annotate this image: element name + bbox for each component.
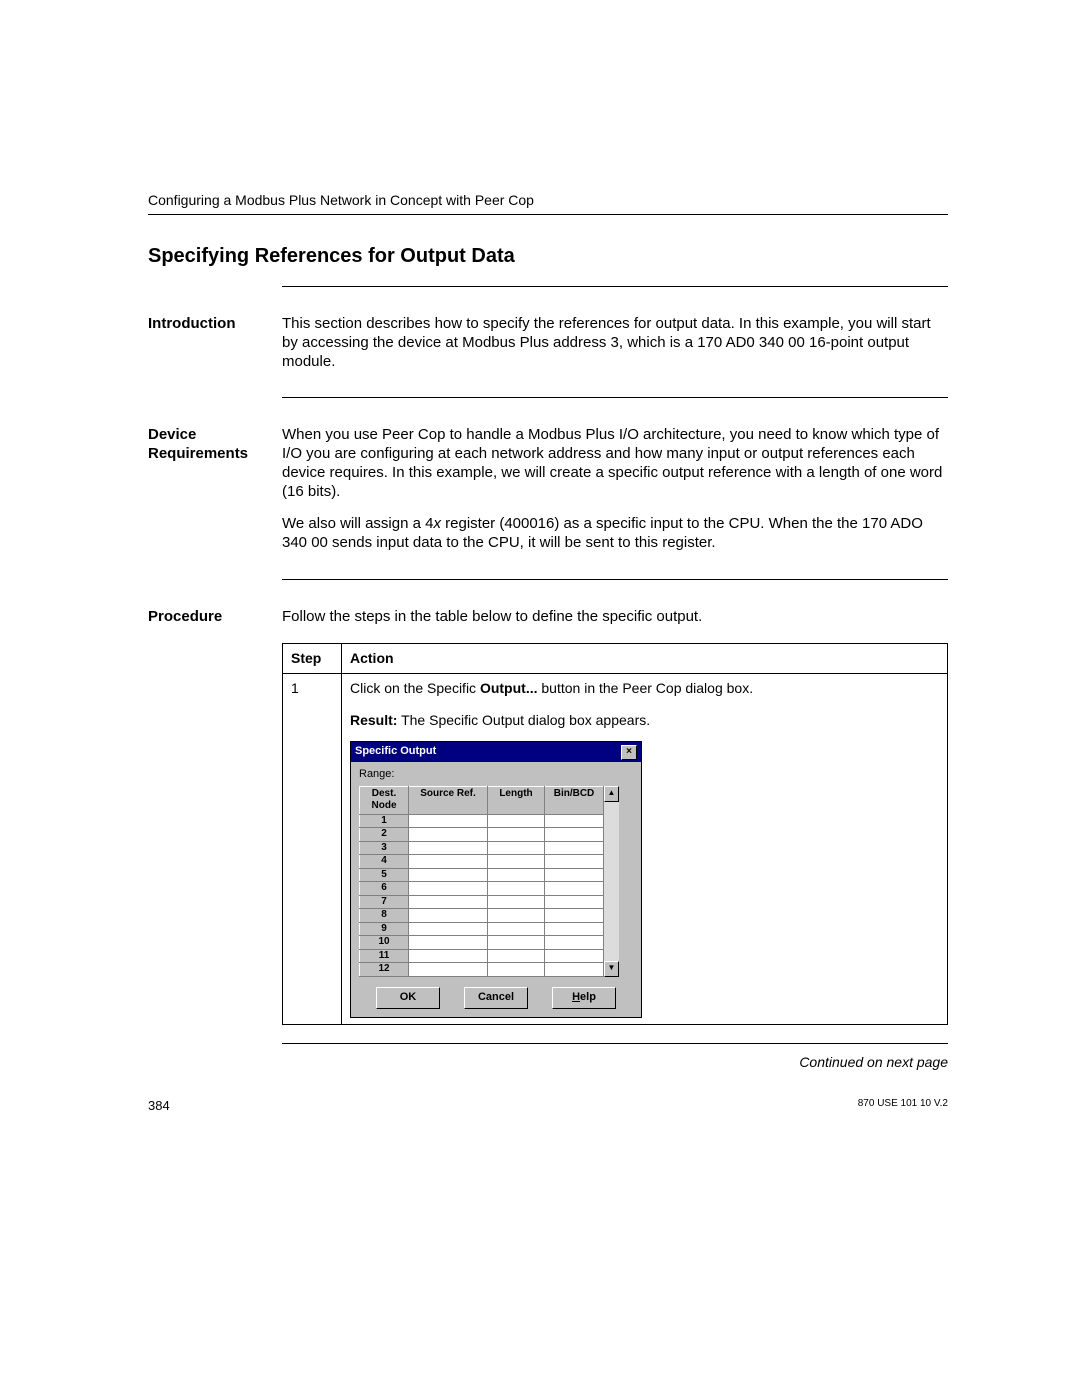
rule-3	[282, 1043, 948, 1044]
devreq-p2: We also will assign a 4x register (40001…	[282, 515, 948, 553]
cancel-button[interactable]: Cancel	[464, 987, 528, 1009]
doc-id: 870 USE 101 10 V.2	[858, 1098, 948, 1113]
section-device-requirements: Device Requirements When you use Peer Co…	[148, 398, 948, 579]
procedure-table: Step Action 1 Click on the Specific Outp…	[282, 643, 948, 1025]
help-button[interactable]: Help	[552, 987, 616, 1009]
header-rule	[148, 214, 948, 215]
dialog-title-text: Specific Output	[355, 745, 436, 759]
rownum: 6	[360, 882, 409, 896]
rownum: 4	[360, 855, 409, 869]
rownum: 3	[360, 841, 409, 855]
col-bin-bcd: Bin/BCD	[545, 786, 604, 814]
ok-button[interactable]: OK	[376, 987, 440, 1009]
table-row: 1 Click on the Specific Output... button…	[283, 674, 948, 1025]
section-introduction: Introduction This section describes how …	[148, 287, 948, 397]
page-number: 384	[148, 1098, 170, 1113]
th-step: Step	[283, 643, 342, 674]
running-head: Configuring a Modbus Plus Network in Con…	[148, 192, 948, 208]
scroll-track[interactable]	[604, 802, 619, 961]
intro-paragraph: This section describes how to specify th…	[282, 315, 948, 371]
rownum: 1	[360, 814, 409, 828]
th-action: Action	[342, 643, 948, 674]
procedure-intro: Follow the steps in the table below to d…	[282, 608, 948, 627]
dialog-titlebar: Specific Output ×	[351, 742, 641, 762]
footer: 384 870 USE 101 10 V.2	[148, 1098, 948, 1113]
col-source-ref: Source Ref.	[409, 786, 488, 814]
rownum: 2	[360, 828, 409, 842]
rownum: 11	[360, 949, 409, 963]
rownum: 8	[360, 909, 409, 923]
rownum: 12	[360, 963, 409, 977]
scroll-up-icon[interactable]: ▲	[604, 786, 619, 802]
rownum: 10	[360, 936, 409, 950]
step-number: 1	[283, 674, 342, 1025]
col-dest-node: Dest. Node	[360, 786, 409, 814]
result-line: Result: The Specific Output dialog box a…	[350, 712, 939, 730]
rownum: 5	[360, 868, 409, 882]
scrollbar[interactable]: ▲ ▼	[604, 786, 619, 977]
action-cell: Click on the Specific Output... button i…	[342, 674, 948, 1025]
range-label: Range:	[359, 768, 633, 782]
page-title: Specifying References for Output Data	[148, 245, 948, 268]
section-head-introduction: Introduction	[148, 315, 282, 371]
close-icon[interactable]: ×	[621, 745, 637, 760]
specific-output-dialog: Specific Output × Range: Dest. Node S	[350, 741, 642, 1018]
range-grid[interactable]: Dest. Node Source Ref. Length Bin/BCD 1 …	[359, 786, 604, 977]
continued-notice: Continued on next page	[282, 1054, 948, 1070]
devreq-p1: When you use Peer Cop to handle a Modbus…	[282, 426, 948, 501]
section-procedure: Procedure Follow the steps in the table …	[148, 580, 948, 1025]
rownum: 7	[360, 895, 409, 909]
col-length: Length	[488, 786, 545, 814]
rownum: 9	[360, 922, 409, 936]
section-head-procedure: Procedure	[148, 608, 282, 1025]
section-head-devreq: Device Requirements	[148, 426, 282, 553]
scroll-down-icon[interactable]: ▼	[604, 961, 619, 977]
action-line: Click on the Specific Output... button i…	[350, 680, 939, 698]
